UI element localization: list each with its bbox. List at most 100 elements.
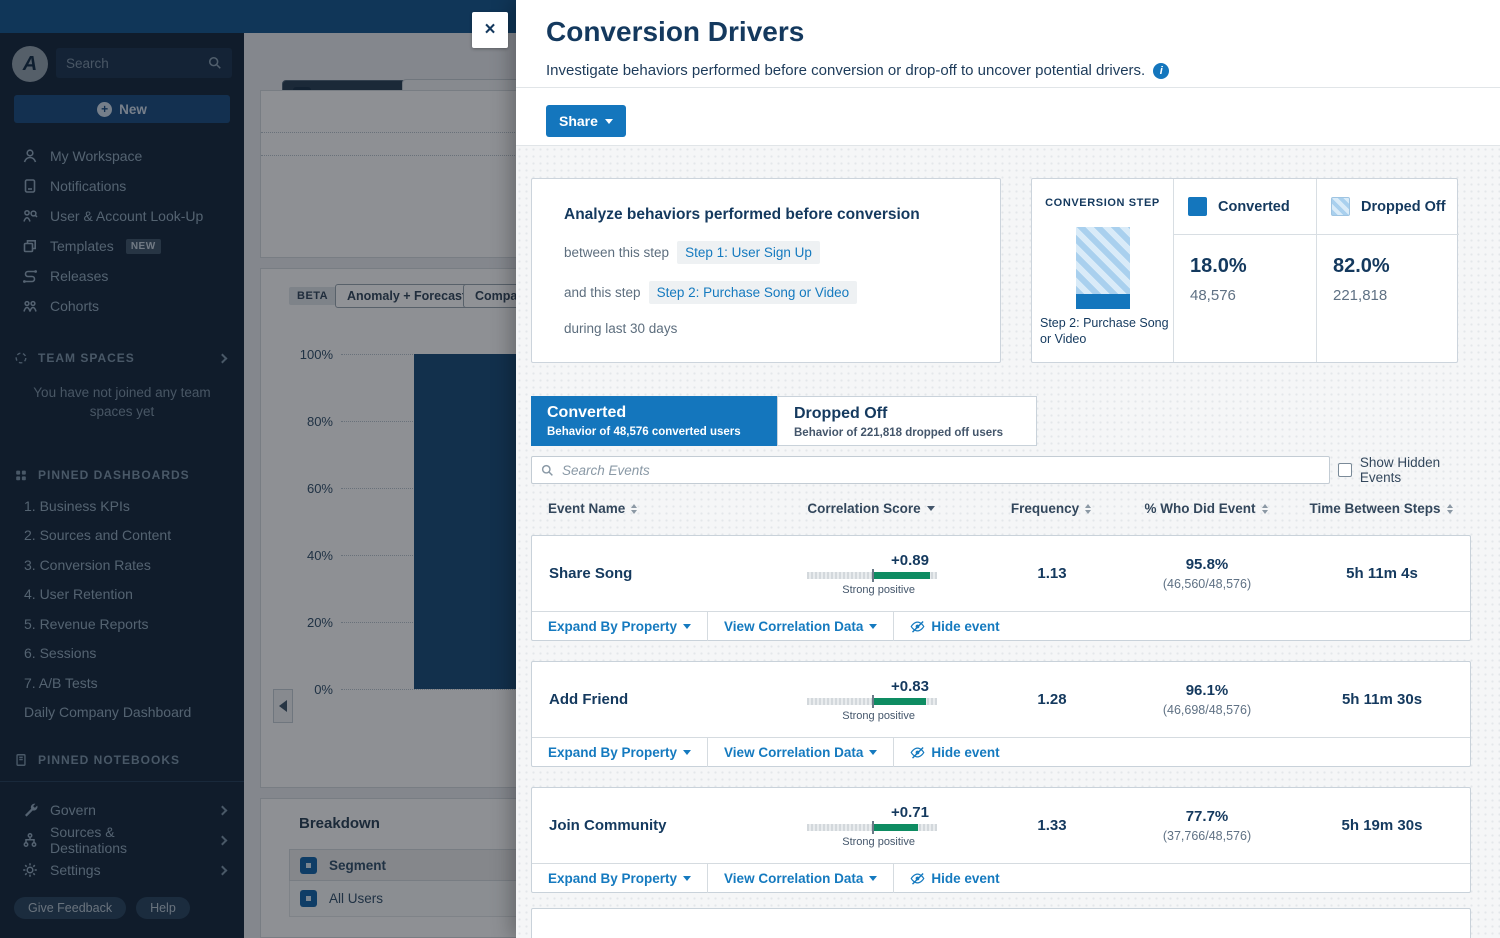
conversion-step-column: CONVERSION STEP Step 2: Purchase Song or… bbox=[1032, 179, 1174, 362]
frequency-value: 1.28 bbox=[982, 691, 1122, 708]
share-button-label: Share bbox=[559, 113, 598, 129]
pct-value: 96.1% bbox=[1186, 682, 1229, 699]
tab-subtitle: Behavior of 48,576 converted users bbox=[547, 426, 761, 438]
conversion-drivers-modal: Conversion Drivers Investigate behaviors… bbox=[516, 0, 1500, 938]
sort-icon bbox=[1447, 504, 1453, 514]
chevron-down-icon bbox=[683, 624, 691, 629]
subtitle-text: Investigate behaviors performed before c… bbox=[546, 62, 1145, 79]
analyze-settings-card: Analyze behaviors performed before conve… bbox=[531, 178, 1001, 363]
correlation-score-cell: +0.89 Strong positive bbox=[762, 552, 982, 596]
info-icon[interactable]: i bbox=[1153, 63, 1169, 79]
pct-who-did-event-cell: 77.7% (37,766/48,576) bbox=[1122, 808, 1292, 843]
event-row-card: Add Friend +0.83 Strong positive 1.28 96… bbox=[531, 661, 1471, 767]
event-row-card: Join Community +0.71 Strong positive 1.3… bbox=[531, 787, 1471, 893]
share-toolbar: Share bbox=[516, 89, 1500, 146]
pct-who-did-event-cell: 96.1% (46,698/48,576) bbox=[1122, 682, 1292, 717]
view-correlation-data-button[interactable]: View Correlation Data bbox=[708, 738, 894, 767]
correlation-score-value: +0.89 bbox=[807, 552, 937, 569]
correlation-score-cell: +0.71 Strong positive bbox=[762, 804, 982, 848]
converted-summary-column: Converted 18.0% 48,576 bbox=[1174, 179, 1317, 362]
modal-body: Analyze behaviors performed before conve… bbox=[516, 146, 1500, 938]
during-label: during last 30 days bbox=[564, 321, 677, 336]
tab-title: Dropped Off bbox=[794, 405, 1020, 423]
eye-slash-icon bbox=[910, 871, 925, 886]
search-events-input[interactable] bbox=[562, 463, 1320, 478]
modal-dim-overlay[interactable] bbox=[0, 0, 516, 938]
event-row-actions: Expand By Property View Correlation Data… bbox=[532, 611, 1470, 641]
conversion-step-card: CONVERSION STEP Step 2: Purchase Song or… bbox=[1031, 178, 1458, 363]
column-header-pct-who-did-event[interactable]: % Who Did Event bbox=[1121, 501, 1291, 516]
converted-bar-segment bbox=[1076, 294, 1130, 309]
page-subtitle: Investigate behaviors performed before c… bbox=[546, 62, 1169, 79]
chevron-down-icon bbox=[605, 119, 613, 124]
tab-subtitle: Behavior of 221,818 dropped off users bbox=[794, 427, 1020, 439]
chevron-down-icon bbox=[683, 876, 691, 881]
converted-label: Converted bbox=[1218, 199, 1290, 215]
expand-by-property-button[interactable]: Expand By Property bbox=[532, 864, 708, 893]
frequency-value: 1.33 bbox=[982, 817, 1122, 834]
tab-converted[interactable]: Converted Behavior of 48,576 converted u… bbox=[531, 396, 777, 446]
events-table-header: Event Name Correlation Score Frequency %… bbox=[531, 501, 1471, 516]
event-name: Add Friend bbox=[532, 691, 762, 708]
show-hidden-events-checkbox[interactable] bbox=[1338, 463, 1352, 477]
correlation-strength-label: Strong positive bbox=[807, 584, 937, 596]
column-header-event-name[interactable]: Event Name bbox=[531, 501, 761, 516]
hide-event-button[interactable]: Hide event bbox=[894, 738, 1015, 767]
tab-dropped-off[interactable]: Dropped Off Behavior of 221,818 dropped … bbox=[777, 396, 1037, 446]
step2-selector-chip[interactable]: Step 2: Purchase Song or Video bbox=[649, 281, 858, 304]
chevron-down-icon bbox=[869, 624, 877, 629]
correlation-score-value: +0.83 bbox=[807, 678, 937, 695]
converted-swatch bbox=[1188, 197, 1207, 216]
event-row-card-partial bbox=[531, 908, 1471, 938]
show-hidden-events-label: Show Hidden Events bbox=[1360, 455, 1484, 485]
event-name: Share Song bbox=[532, 565, 762, 582]
event-row-actions: Expand By Property View Correlation Data… bbox=[532, 863, 1470, 893]
pct-ratio: (46,560/48,576) bbox=[1163, 577, 1251, 591]
show-hidden-events-control: Show Hidden Events bbox=[1338, 455, 1484, 485]
column-header-time-between-steps[interactable]: Time Between Steps bbox=[1291, 501, 1471, 516]
share-button[interactable]: Share bbox=[546, 105, 626, 137]
pct-ratio: (46,698/48,576) bbox=[1163, 703, 1251, 717]
step1-selector-chip[interactable]: Step 1: User Sign Up bbox=[677, 241, 820, 264]
sort-descending-icon bbox=[927, 506, 935, 511]
column-header-frequency[interactable]: Frequency bbox=[981, 501, 1121, 516]
time-between-steps-value: 5h 19m 30s bbox=[1292, 817, 1472, 834]
converted-count: 48,576 bbox=[1190, 287, 1316, 304]
column-header-correlation-score[interactable]: Correlation Score bbox=[761, 501, 981, 516]
expand-by-property-button[interactable]: Expand By Property bbox=[532, 612, 708, 641]
view-correlation-data-button[interactable]: View Correlation Data bbox=[708, 864, 894, 893]
converted-percentage: 18.0% bbox=[1190, 255, 1316, 278]
pct-who-did-event-cell: 95.8% (46,560/48,576) bbox=[1122, 556, 1292, 591]
correlation-score-cell: +0.83 Strong positive bbox=[762, 678, 982, 722]
correlation-bar bbox=[807, 572, 937, 579]
sort-icon bbox=[1262, 504, 1268, 514]
analyze-heading: Analyze behaviors performed before conve… bbox=[564, 206, 1000, 224]
conversion-step-header: CONVERSION STEP bbox=[1032, 197, 1173, 209]
eye-slash-icon bbox=[910, 619, 925, 634]
dropped-off-label: Dropped Off bbox=[1361, 199, 1446, 215]
and-step-label: and this step bbox=[564, 285, 641, 300]
event-row-actions: Expand By Property View Correlation Data… bbox=[532, 737, 1470, 767]
sort-icon bbox=[631, 504, 637, 514]
frequency-value: 1.13 bbox=[982, 565, 1122, 582]
dropped-count: 221,818 bbox=[1333, 287, 1459, 304]
hide-event-button[interactable]: Hide event bbox=[894, 864, 1015, 893]
view-correlation-data-button[interactable]: View Correlation Data bbox=[708, 612, 894, 641]
dropped-off-swatch bbox=[1331, 197, 1350, 216]
eye-slash-icon bbox=[910, 745, 925, 760]
hide-event-button[interactable]: Hide event bbox=[894, 612, 1015, 641]
tab-title: Converted bbox=[547, 404, 761, 422]
search-icon bbox=[541, 464, 554, 477]
chevron-down-icon bbox=[869, 750, 877, 755]
dropped-summary-column: Dropped Off 82.0% 221,818 bbox=[1317, 179, 1459, 362]
conversion-step-bar bbox=[1076, 227, 1130, 309]
pct-value: 77.7% bbox=[1186, 808, 1229, 825]
dropped-percentage: 82.0% bbox=[1333, 255, 1459, 278]
expand-by-property-button[interactable]: Expand By Property bbox=[532, 738, 708, 767]
close-icon: × bbox=[484, 19, 495, 41]
close-button[interactable]: × bbox=[472, 12, 508, 48]
dropped-bar-segment bbox=[1076, 227, 1130, 294]
time-between-steps-value: 5h 11m 4s bbox=[1292, 565, 1472, 582]
sort-icon bbox=[1085, 504, 1091, 514]
event-name: Join Community bbox=[532, 817, 762, 834]
